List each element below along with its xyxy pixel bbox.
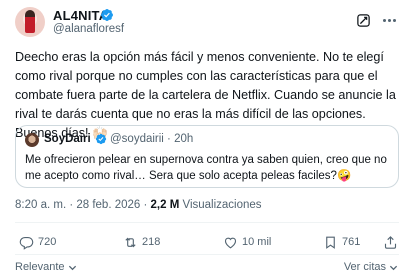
tweet-meta: 8:20 a. m. · 28 feb. 2026 · 2,2 M Visual…: [15, 199, 262, 211]
tweet-post: AL4NITA @alanafloresf Deecho eras la opc…: [0, 0, 412, 278]
reply-button[interactable]: 720: [19, 233, 56, 251]
divider: [15, 254, 399, 255]
chevron-down-icon: [68, 265, 76, 270]
header-actions: [356, 12, 397, 28]
tweet-timestamp[interactable]: 8:20 a. m. · 28 feb. 2026 ·: [15, 199, 151, 211]
bookmark-count: 761: [342, 236, 361, 248]
retweet-icon: [125, 237, 136, 247]
replies-footer: Relevante Ver citas: [0, 256, 412, 278]
bookmark-button[interactable]: 761: [323, 233, 360, 251]
verified-badge-icon: [95, 133, 107, 145]
action-bar: 720 218 10 mil 761: [15, 233, 399, 251]
author-handle[interactable]: @alanafloresf: [53, 23, 124, 35]
quoted-tweet[interactable]: SoyDairi @soydairii · 20h Me ofrecieron …: [15, 125, 399, 188]
divider: [15, 222, 399, 223]
quoted-display-name: SoyDairi: [44, 133, 91, 145]
bookmark-icon: [326, 236, 335, 249]
sort-dropdown[interactable]: Relevante: [15, 261, 77, 273]
more-icon[interactable]: [381, 12, 397, 28]
views-count: 2,2 M: [150, 199, 180, 211]
quoted-handle-time: @soydairii · 20h: [110, 133, 194, 145]
heart-icon: [224, 237, 237, 248]
author-avatar[interactable]: [15, 7, 45, 37]
share-button[interactable]: [383, 233, 398, 251]
like-count: 10 mil: [242, 236, 272, 248]
reply-count: 720: [38, 236, 57, 248]
reply-icon: [19, 236, 34, 250]
verified-badge-icon: [101, 9, 113, 21]
quoted-avatar[interactable]: [25, 133, 39, 147]
like-button[interactable]: 10 mil: [223, 233, 271, 251]
share-icon: [384, 235, 397, 249]
retweet-count: 218: [142, 236, 161, 248]
view-quotes-link[interactable]: Ver citas: [344, 261, 398, 273]
views-label: Visualizaciones: [179, 199, 262, 211]
chevron-down-icon: [389, 265, 398, 270]
sort-label: Relevante: [15, 261, 65, 273]
tweet-header: AL4NITA @alanafloresf: [15, 7, 399, 37]
avatar-hair: [25, 10, 35, 17]
view-quotes-label: Ver citas: [343, 261, 386, 273]
quoted-text: Me ofrecieron pelear en supernova contra…: [25, 154, 387, 182]
retweet-button[interactable]: 218: [123, 233, 160, 251]
grok-icon[interactable]: [356, 13, 371, 28]
